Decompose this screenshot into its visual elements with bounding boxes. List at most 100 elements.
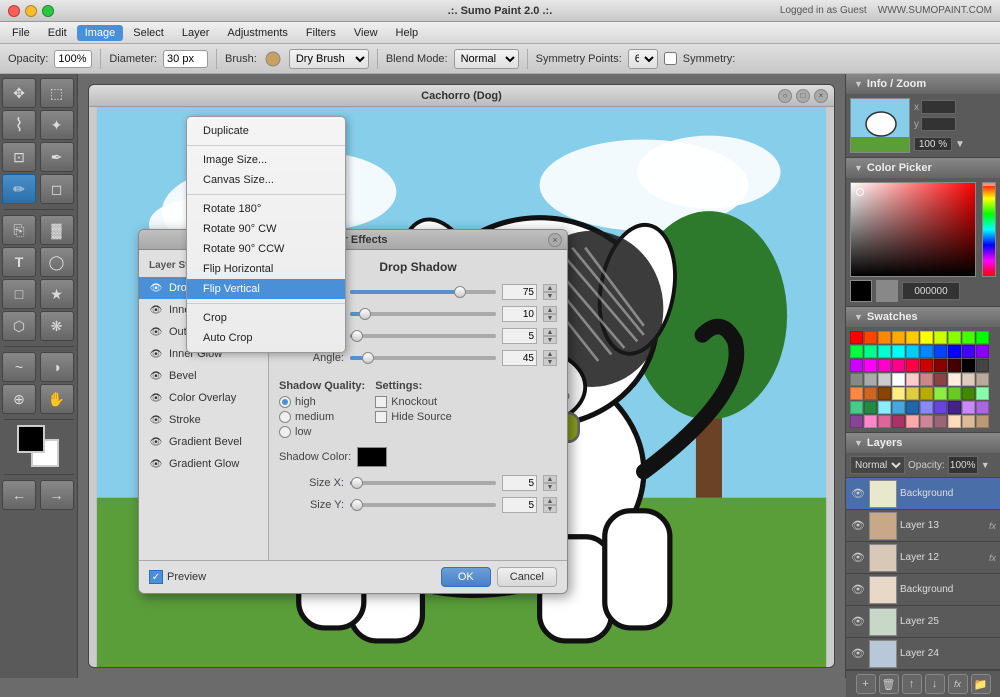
- tool-dodge-burn[interactable]: ◑: [40, 352, 74, 382]
- eye-outer-glow-icon[interactable]: 👁: [149, 325, 163, 339]
- eye-inner-glow-icon[interactable]: 👁: [149, 347, 163, 361]
- color-boxes[interactable]: [17, 425, 61, 469]
- tool-star[interactable]: ★: [40, 279, 74, 309]
- distance-slider[interactable]: [350, 334, 496, 338]
- strength-input[interactable]: [502, 306, 537, 322]
- zoom-dropdown-icon[interactable]: ▼: [955, 139, 965, 150]
- tool-eyedropper[interactable]: ✒: [40, 142, 74, 172]
- swatch-cell[interactable]: [892, 373, 905, 386]
- layer-blend-mode-select[interactable]: Normal: [850, 456, 905, 474]
- swatch-cell[interactable]: [920, 359, 933, 372]
- swatch-cell[interactable]: [920, 373, 933, 386]
- angle-stepper-down[interactable]: ▼: [543, 358, 557, 366]
- swatch-cell[interactable]: [892, 331, 905, 344]
- layer-item[interactable]: 👁 Background: [846, 478, 1000, 510]
- layer-add-button[interactable]: +: [856, 674, 876, 694]
- layer-move-down-button[interactable]: ↓: [925, 674, 945, 694]
- swatch-cell[interactable]: [906, 415, 919, 428]
- strength-stepper[interactable]: ▲ ▼: [543, 306, 557, 322]
- opacity-input[interactable]: [54, 50, 92, 68]
- layer-item[interactable]: 👁 Background: [846, 574, 1000, 606]
- eye-stroke-icon[interactable]: 👁: [149, 413, 163, 427]
- layer-eye-icon[interactable]: 👁: [850, 646, 866, 662]
- menu-flip-vertical[interactable]: Flip Vertical: [187, 279, 345, 299]
- eye-drop-shadow-icon[interactable]: 👁: [149, 281, 163, 295]
- ok-button[interactable]: OK: [441, 567, 491, 587]
- swatch-cell[interactable]: [976, 387, 989, 400]
- layers-header[interactable]: ▼ Layers: [846, 433, 1000, 453]
- menu-duplicate[interactable]: Duplicate: [187, 121, 345, 141]
- layer-move-up-button[interactable]: ↑: [902, 674, 922, 694]
- swatch-cell[interactable]: [864, 331, 877, 344]
- swatch-cell[interactable]: [976, 345, 989, 358]
- swatch-cell[interactable]: [878, 373, 891, 386]
- tool-blob[interactable]: ❋: [40, 311, 74, 341]
- swatch-cell[interactable]: [920, 331, 933, 344]
- swatch-cell[interactable]: [864, 373, 877, 386]
- swatch-cell[interactable]: [920, 345, 933, 358]
- quality-medium-radio[interactable]: [279, 411, 291, 423]
- canvas-btn-1[interactable]: ○: [778, 89, 792, 103]
- swatch-cell[interactable]: [878, 401, 891, 414]
- tool-select-rect[interactable]: ⬚: [40, 78, 74, 108]
- swatch-cell[interactable]: [920, 401, 933, 414]
- tool-polygon[interactable]: ⬡: [2, 311, 36, 341]
- layers-opacity-input[interactable]: [948, 456, 978, 474]
- angle-stepper-up[interactable]: ▲: [543, 350, 557, 358]
- opacity-stepper-down[interactable]: ▼: [543, 292, 557, 300]
- maximize-button[interactable]: [42, 5, 54, 17]
- eye-bevel-icon[interactable]: 👁: [149, 369, 163, 383]
- swatch-cell[interactable]: [934, 387, 947, 400]
- swatch-cell[interactable]: [892, 415, 905, 428]
- blend-mode-select[interactable]: Normal: [454, 49, 519, 69]
- size-y-stepper-down[interactable]: ▼: [543, 505, 557, 513]
- info-zoom-header[interactable]: ▼ Info / Zoom: [846, 74, 1000, 94]
- color-gradient[interactable]: [850, 182, 976, 277]
- layer-item[interactable]: 👁 Layer 12 fx: [846, 542, 1000, 574]
- layer-eye-icon[interactable]: 👁: [850, 614, 866, 630]
- window-controls[interactable]: [8, 5, 54, 17]
- swatch-cell[interactable]: [864, 359, 877, 372]
- canvas-btn-2[interactable]: □: [796, 89, 810, 103]
- layer-fx-button[interactable]: fx: [948, 674, 968, 694]
- layer-item[interactable]: 👁 Layer 25: [846, 606, 1000, 638]
- menu-rotate-90ccw[interactable]: Rotate 90° CCW: [187, 239, 345, 259]
- swatch-cell[interactable]: [976, 415, 989, 428]
- effect-bevel[interactable]: 👁 Bevel: [139, 365, 268, 387]
- swatch-cell[interactable]: [934, 331, 947, 344]
- layer-item[interactable]: 👁 Layer 13 fx: [846, 510, 1000, 542]
- opacity-effect-input[interactable]: [502, 284, 537, 300]
- quality-high-radio[interactable]: [279, 396, 291, 408]
- tool-text[interactable]: T: [2, 247, 36, 277]
- menu-image-size[interactable]: Image Size...: [187, 150, 345, 170]
- layer-eye-icon[interactable]: 👁: [850, 518, 866, 534]
- swatch-cell[interactable]: [906, 401, 919, 414]
- swatch-cell[interactable]: [850, 359, 863, 372]
- menu-edit[interactable]: Edit: [40, 25, 75, 41]
- menu-adjustments[interactable]: Adjustments: [219, 25, 296, 41]
- angle-input[interactable]: [502, 350, 537, 366]
- effect-gradient-glow[interactable]: 👁 Gradient Glow: [139, 453, 268, 475]
- eye-color-overlay-icon[interactable]: 👁: [149, 391, 163, 405]
- layer-eye-icon[interactable]: 👁: [850, 582, 866, 598]
- swatch-cell[interactable]: [976, 359, 989, 372]
- swatch-cell[interactable]: [892, 345, 905, 358]
- tool-zoom-tool[interactable]: ⊕: [2, 384, 36, 414]
- swatch-cell[interactable]: [906, 345, 919, 358]
- opacity-stepper-up[interactable]: ▲: [543, 284, 557, 292]
- swatch-cell[interactable]: [948, 415, 961, 428]
- close-button[interactable]: [8, 5, 20, 17]
- swatch-cell[interactable]: [948, 401, 961, 414]
- tool-fill[interactable]: ▓: [40, 215, 74, 245]
- hide-source-checkbox[interactable]: [375, 411, 387, 423]
- tool-move[interactable]: ✥: [2, 78, 36, 108]
- swatch-cell[interactable]: [948, 331, 961, 344]
- swatch-cell[interactable]: [878, 387, 891, 400]
- tool-crop[interactable]: ⊡: [2, 142, 36, 172]
- swatch-cell[interactable]: [850, 373, 863, 386]
- size-x-input[interactable]: [502, 475, 537, 491]
- menu-help[interactable]: Help: [388, 25, 427, 41]
- size-y-slider[interactable]: [350, 503, 496, 507]
- swatch-cell[interactable]: [906, 387, 919, 400]
- strength-stepper-down[interactable]: ▼: [543, 314, 557, 322]
